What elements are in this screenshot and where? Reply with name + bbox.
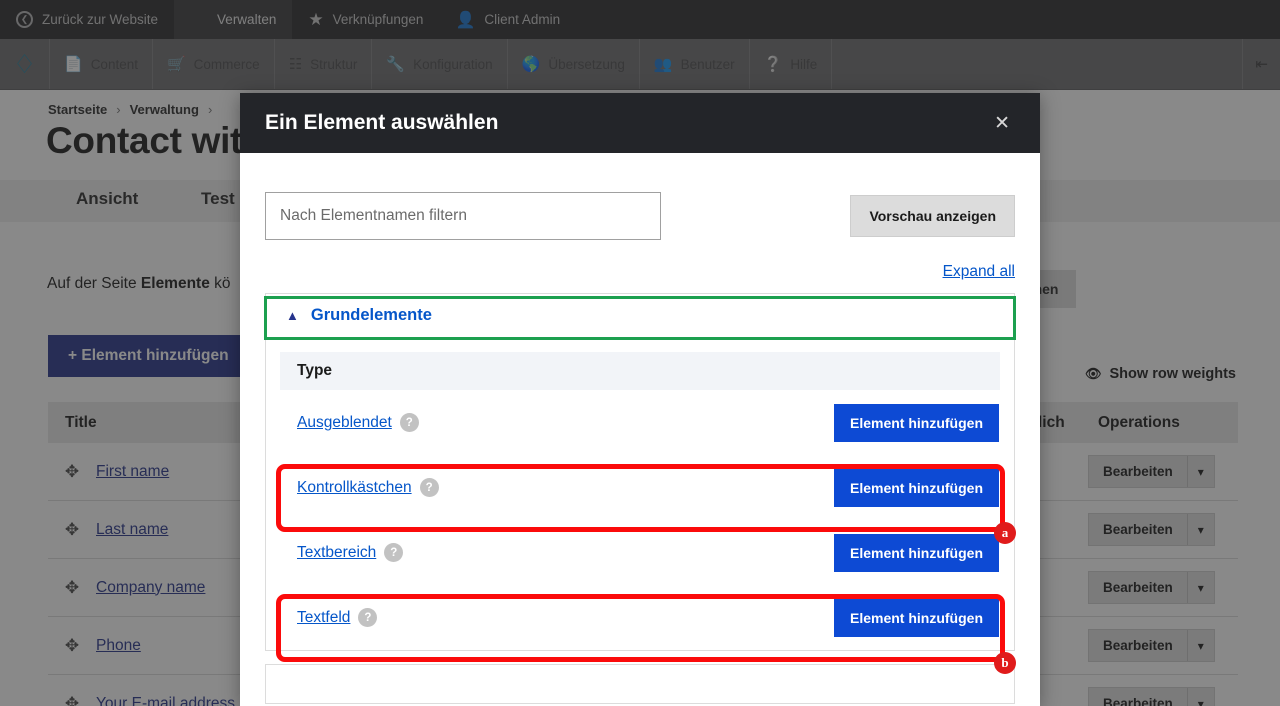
marker-a: a bbox=[994, 522, 1016, 544]
element-row-hidden: Ausgeblendet ? Element hinzufügen bbox=[266, 390, 1014, 455]
element-row-textarea: Textbereich ? Element hinzufügen bbox=[266, 520, 1014, 585]
screen: ❮ Zurück zur Website Verwalten ★ Verknüp… bbox=[0, 0, 1280, 706]
element-filter-input[interactable] bbox=[265, 192, 661, 240]
select-element-dialog: Ein Element auswählen ✕ Vorschau anzeige… bbox=[240, 93, 1040, 706]
expand-all-label: Expand all bbox=[942, 263, 1015, 280]
element-name-cell: Textbereich ? bbox=[297, 543, 404, 562]
element-link-kontrollkaestchen[interactable]: Kontrollkästchen bbox=[297, 479, 412, 497]
dialog-header: Ein Element auswählen ✕ bbox=[240, 93, 1040, 153]
element-name-cell: Textfeld ? bbox=[297, 608, 378, 627]
add-element-button-kontrollkaestchen[interactable]: Element hinzufügen bbox=[834, 468, 999, 507]
dialog-body: Vorschau anzeigen Expand all ▲ Grundelem… bbox=[240, 153, 1040, 706]
help-icon[interactable]: ? bbox=[358, 608, 378, 627]
basic-elements-details: ▲ Grundelemente Type Ausgeblendet ? Elem… bbox=[265, 293, 1015, 651]
add-element-button-textbereich[interactable]: Element hinzufügen bbox=[834, 533, 999, 572]
element-link-ausgeblendet[interactable]: Ausgeblendet bbox=[297, 414, 392, 432]
help-icon[interactable]: ? bbox=[399, 413, 419, 432]
element-name-cell: Ausgeblendet ? bbox=[297, 413, 419, 432]
element-link-textfeld[interactable]: Textfeld bbox=[297, 609, 350, 627]
element-link-textbereich[interactable]: Textbereich bbox=[297, 544, 376, 562]
marker-b-label: b bbox=[1001, 655, 1009, 670]
column-header-type: Type bbox=[297, 362, 333, 379]
help-icon[interactable]: ? bbox=[419, 478, 439, 497]
marker-a-label: a bbox=[1001, 525, 1009, 540]
close-icon[interactable]: ✕ bbox=[988, 110, 1016, 137]
element-row-textfield: Textfeld ? Element hinzufügen bbox=[266, 585, 1014, 650]
expand-all-link[interactable]: Expand all bbox=[265, 263, 1015, 281]
basic-elements-label: Grundelemente bbox=[310, 306, 432, 324]
help-icon[interactable]: ? bbox=[384, 543, 404, 562]
marker-b: b bbox=[994, 652, 1016, 674]
element-types-header: Type bbox=[280, 352, 1000, 390]
element-types-table: Type Ausgeblendet ? Element hinzufügen K… bbox=[266, 352, 1014, 650]
chevron-up-icon: ▲ bbox=[286, 308, 299, 323]
element-name-cell: Kontrollkästchen ? bbox=[297, 478, 439, 497]
basic-elements-summary[interactable]: ▲ Grundelemente bbox=[266, 294, 1014, 337]
show-preview-button[interactable]: Vorschau anzeigen bbox=[850, 195, 1015, 237]
dialog-title: Ein Element auswählen bbox=[265, 111, 499, 134]
add-element-button-ausgeblendet[interactable]: Element hinzufügen bbox=[834, 403, 999, 442]
next-details-section[interactable] bbox=[265, 664, 1015, 704]
add-element-button-textfeld[interactable]: Element hinzufügen bbox=[834, 598, 999, 637]
element-row-checkbox: Kontrollkästchen ? Element hinzufügen bbox=[266, 455, 1014, 520]
filter-row: Vorschau anzeigen bbox=[265, 153, 1015, 240]
